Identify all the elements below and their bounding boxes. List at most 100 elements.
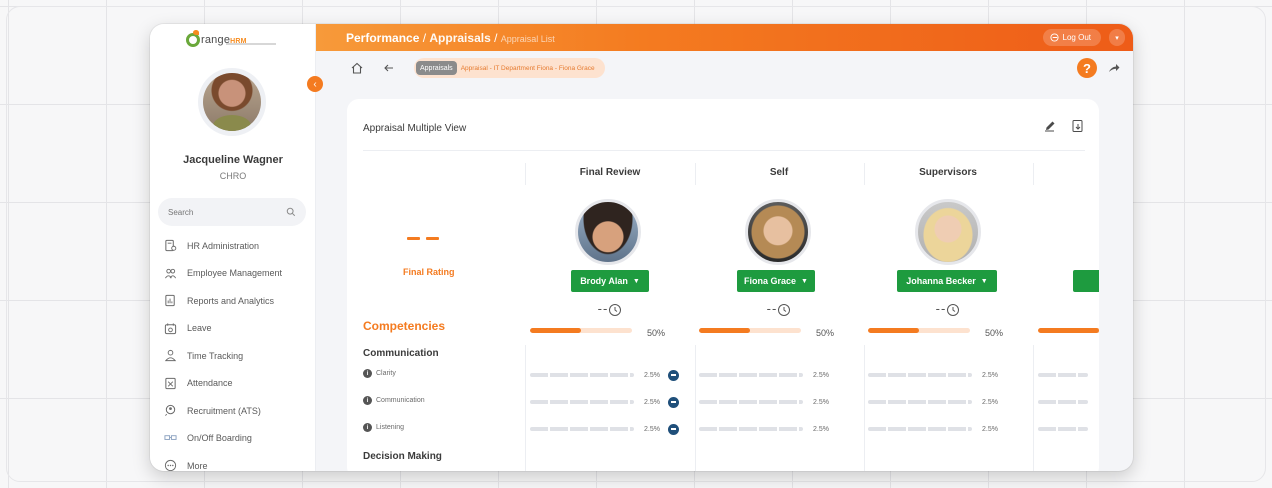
card-title: Appraisal Multiple View: [363, 123, 467, 134]
column-separator: [525, 163, 526, 185]
rating-cell[interactable]: 2.5%: [868, 363, 998, 387]
reviewer-avatar-brody: [575, 199, 641, 265]
clock-icon[interactable]: [777, 303, 791, 317]
orangehrm-logo[interactable]: rangeHRM: [186, 30, 247, 50]
question-mark-icon: ?: [1083, 60, 1091, 76]
rating-cell[interactable]: 2.5%: [868, 417, 998, 441]
user-name: Jacqueline Wagner: [183, 154, 283, 166]
rating-cell-partial[interactable]: [1038, 363, 1088, 387]
reviewer-name: Johanna Becker: [906, 276, 976, 286]
appraisals-tooltip: Appraisals: [416, 61, 457, 75]
reviewer-dropdown-brody[interactable]: Brody Alan ▼: [571, 270, 649, 292]
breadcrumb-performance[interactable]: Performance: [346, 31, 419, 45]
rating-value: --: [935, 301, 947, 316]
caret-down-icon: ▼: [632, 277, 640, 285]
reviewer-dropdown-fiona[interactable]: Fiona Grace ▼: [737, 270, 815, 292]
sidebar-item-reports-and-analytics[interactable]: Reports and Analytics: [150, 287, 316, 315]
back-arrow-icon[interactable]: [382, 61, 396, 75]
sidebar-item-label: Leave: [187, 323, 212, 334]
final-rating-value: [407, 237, 439, 240]
column-header-final-review: Final Review: [579, 167, 641, 178]
sidebar-item-label: Attendance: [187, 378, 233, 389]
logo-mark-icon: [186, 30, 200, 47]
competency-row-label: i Clarity: [363, 369, 396, 378]
info-icon[interactable]: i: [363, 423, 372, 432]
rating-bar: [868, 427, 972, 431]
comment-icon[interactable]: [668, 369, 679, 381]
rating-cell[interactable]: 2.5%: [699, 390, 829, 414]
breadcrumb-separator: /: [490, 30, 501, 45]
reviewer-dropdown-johanna[interactable]: Johanna Becker ▼: [897, 270, 997, 292]
comment-icon[interactable]: [668, 396, 679, 408]
user-menu-dropdown[interactable]: ▾: [1109, 29, 1125, 46]
rating-cell[interactable]: 2.5%: [530, 390, 679, 414]
card-actions: [1043, 119, 1085, 133]
export-icon[interactable]: [1071, 119, 1085, 133]
onboarding-icon: [164, 435, 177, 440]
record-breadcrumb[interactable]: Appraisals Appraisal - IT Department Fio…: [414, 58, 605, 78]
sidebar-item-label: Time Tracking: [187, 350, 244, 361]
sidebar-item-leave[interactable]: Leave: [150, 315, 316, 343]
rating-cell[interactable]: 2.5%: [530, 417, 679, 441]
progress-label: 50%: [985, 328, 1004, 338]
home-icon[interactable]: [350, 61, 364, 75]
sidebar-item-onboarding[interactable]: On/Off Boarding: [150, 425, 316, 453]
help-button[interactable]: ?: [1077, 58, 1097, 78]
rating-bar: [699, 400, 803, 404]
progress-bar-partial: [1038, 328, 1099, 333]
clock-icon[interactable]: [946, 303, 960, 317]
competency-name: Clarity: [376, 370, 396, 377]
column-header-supervisors: Supervisors: [919, 167, 977, 178]
column-separator: [864, 163, 865, 185]
sidebar-item-time-tracking[interactable]: Time Tracking: [150, 342, 316, 370]
sidebar-item-hr-administration[interactable]: HR Administration: [150, 232, 316, 260]
competency-row-label: i Listening: [363, 423, 404, 432]
user-avatar[interactable]: [198, 68, 266, 136]
rating-bar: [699, 427, 803, 431]
record-breadcrumb-text: Appraisal - IT Department Fiona - Fiona …: [460, 64, 595, 72]
rating-bar: [530, 373, 634, 377]
competencies-heading: Competencies: [363, 319, 446, 333]
rating-cell-partial[interactable]: [1038, 390, 1088, 414]
sidebar-item-employee-management[interactable]: Employee Management: [150, 260, 316, 288]
clock-icon[interactable]: [608, 303, 622, 317]
sidebar-item-label: More: [187, 460, 208, 471]
edit-icon[interactable]: [1043, 119, 1057, 133]
sidebar-item-recruitment[interactable]: Recruitment (ATS): [150, 397, 316, 425]
sidebar-item-label: Recruitment (ATS): [187, 405, 261, 416]
time-tracking-icon: [164, 350, 177, 362]
rating-cell[interactable]: 2.5%: [530, 363, 679, 387]
card-divider: [363, 150, 1085, 151]
attendance-icon: [165, 377, 176, 389]
rating-weight: 2.5%: [813, 398, 829, 406]
search-icon[interactable]: [286, 207, 296, 217]
sidebar-item-more[interactable]: More: [150, 452, 316, 471]
rating-cell[interactable]: 2.5%: [699, 417, 829, 441]
breadcrumb-appraisal-list: Appraisal List: [500, 33, 555, 44]
sidebar-search-input[interactable]: [168, 207, 286, 217]
logout-label: Log Out: [1062, 33, 1091, 42]
rating-bar: [868, 400, 972, 404]
user-role: CHRO: [219, 171, 247, 181]
sidebar-item-attendance[interactable]: Attendance: [150, 370, 316, 398]
progress-label: 50%: [647, 328, 666, 338]
share-icon[interactable]: [1107, 61, 1121, 75]
rating-cell[interactable]: 2.5%: [699, 363, 829, 387]
sidebar-collapse-button[interactable]: ‹: [307, 76, 323, 92]
caret-down-icon: ▼: [980, 277, 988, 285]
info-icon[interactable]: i: [363, 396, 372, 405]
logout-button[interactable]: Log Out: [1042, 29, 1101, 46]
comment-icon[interactable]: [668, 423, 679, 435]
appraisal-card: Appraisal Multiple View Final Review Sel…: [347, 99, 1099, 471]
caret-down-icon: ▼: [801, 277, 808, 285]
breadcrumb-appraisals[interactable]: Appraisals: [429, 31, 490, 45]
breadcrumb: Performance / Appraisals / Appraisal Lis…: [346, 31, 555, 45]
reviewer-name: Fiona Grace: [744, 276, 797, 286]
info-icon[interactable]: i: [363, 369, 372, 378]
chevron-left-icon: ‹: [313, 78, 317, 90]
reviewer-dropdown-partial[interactable]: [1073, 270, 1099, 292]
rating-value: --: [597, 301, 609, 316]
rating-cell[interactable]: 2.5%: [868, 390, 998, 414]
reviewer-rating: --: [928, 301, 968, 317]
rating-cell-partial[interactable]: [1038, 417, 1088, 441]
